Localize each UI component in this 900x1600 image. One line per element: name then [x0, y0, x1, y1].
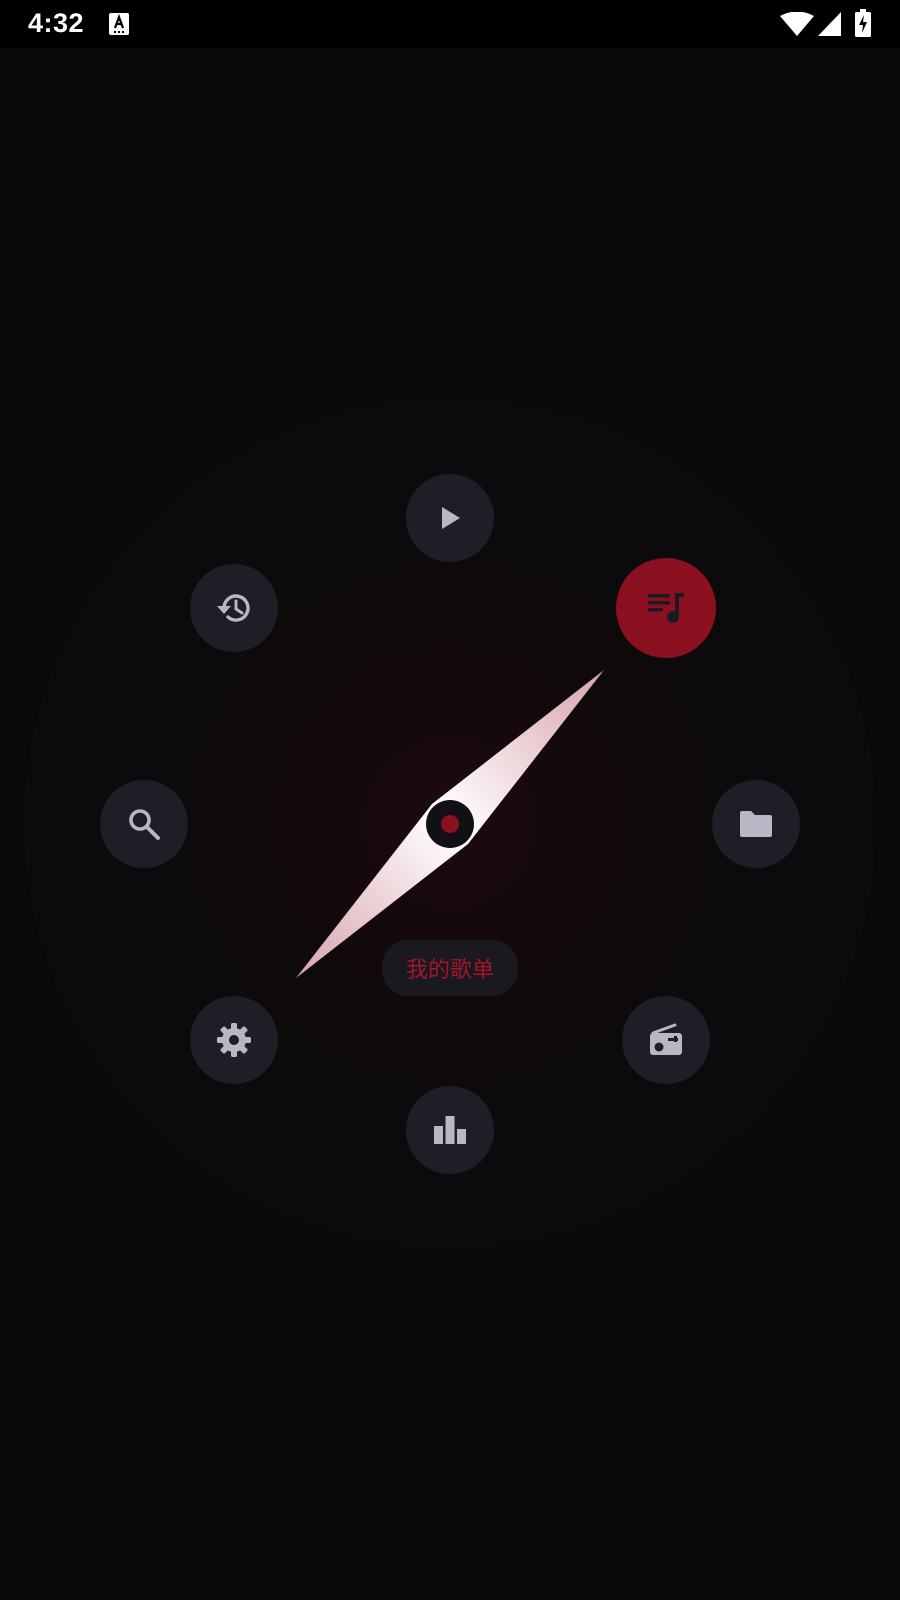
- search-icon: [129, 809, 160, 840]
- keyboard-a-notification-icon: [109, 13, 129, 35]
- battery-charging-icon: [855, 9, 871, 37]
- playlist-button[interactable]: [616, 558, 716, 658]
- dial-hub: [426, 800, 474, 848]
- cellular-signal-icon: [818, 12, 841, 36]
- dial-hub-dot: [441, 815, 459, 833]
- playlist-music-icon: [648, 593, 684, 623]
- history-icon: [217, 594, 250, 622]
- play-icon: [442, 507, 460, 529]
- selected-item-label: 我的歌单: [381, 940, 519, 996]
- status-bar: 4:32: [0, 0, 900, 48]
- radio-button[interactable]: [622, 996, 710, 1084]
- status-time: 4:32: [28, 8, 85, 38]
- gear-icon: [217, 1023, 251, 1057]
- history-button[interactable]: [190, 564, 278, 652]
- folder-icon: [740, 811, 772, 837]
- play-button[interactable]: [406, 474, 494, 562]
- wifi-icon: [780, 12, 814, 36]
- settings-button[interactable]: [190, 996, 278, 1084]
- radio-icon: [650, 1023, 682, 1055]
- folder-button[interactable]: [712, 780, 800, 868]
- chart-button[interactable]: [406, 1086, 494, 1174]
- search-button[interactable]: [100, 780, 188, 868]
- bar-chart-icon: [434, 1116, 466, 1144]
